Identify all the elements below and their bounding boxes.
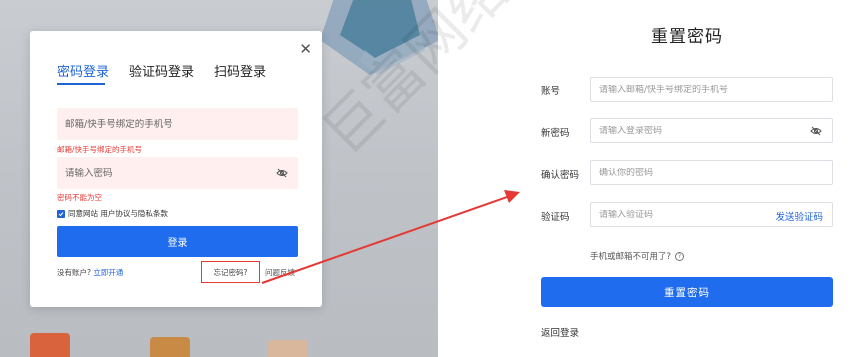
active-tab-indicator: [57, 83, 105, 85]
close-icon[interactable]: ✕: [299, 42, 312, 57]
new-password-input[interactable]: [599, 125, 759, 136]
confirm-password-input[interactable]: [599, 167, 759, 178]
unavailable-text: 手机或邮箱不可用了?: [590, 252, 672, 262]
password-field: [57, 157, 298, 189]
background-page: ✕ 密码登录 验证码登录 扫码登录 邮箱/快手号绑定的手机号 密码不能为空 同意…: [0, 0, 438, 357]
password-error: 密码不能为空: [57, 193, 102, 202]
tab-code-login[interactable]: 验证码登录: [129, 61, 194, 86]
eye-slash-icon[interactable]: [276, 167, 288, 179]
page-title: 重置密码: [651, 27, 723, 47]
forgot-password-link[interactable]: 忘记密码?: [201, 261, 260, 283]
code-input[interactable]: [599, 209, 759, 220]
tab-qr-login[interactable]: 扫码登录: [214, 61, 266, 86]
reset-account-field: [590, 77, 833, 102]
feedback-link[interactable]: 问题反馈: [265, 267, 295, 278]
code-field: 发送验证码: [590, 202, 833, 227]
help-icon: ?: [675, 251, 685, 261]
account-label: 账号: [541, 86, 561, 97]
check-icon: [58, 211, 64, 216]
agreement-row: 同意网站 用户协议与隐私条款: [57, 208, 168, 219]
account-error: 邮箱/快手号绑定的手机号: [57, 145, 143, 154]
register-link[interactable]: 立即开通: [93, 268, 123, 277]
reset-password-panel: 重置密码 账号 新密码 确认密码 验证码 发送验证码 手机或邮箱不可用了? ? …: [438, 0, 867, 357]
eye-slash-icon[interactable]: [810, 125, 822, 137]
send-code-button[interactable]: 发送验证码: [775, 209, 823, 223]
forgot-password-label: 忘记密码?: [213, 267, 248, 277]
agree-checkbox[interactable]: [57, 209, 65, 218]
blurred-thumbnail: [30, 333, 70, 357]
new-password-field: [590, 118, 833, 143]
password-input[interactable]: [65, 167, 255, 179]
confirm-password-label: 确认密码: [541, 170, 580, 181]
no-account-text: 没有账户?: [57, 268, 91, 277]
login-button[interactable]: 登录: [57, 226, 298, 257]
blurred-thumbnail: [268, 340, 308, 357]
reset-account-input[interactable]: [599, 84, 759, 95]
account-input[interactable]: [65, 118, 255, 130]
code-label: 验证码: [541, 212, 570, 223]
reset-password-button[interactable]: 重置密码: [541, 277, 833, 307]
blurred-thumbnail: [150, 337, 190, 357]
back-to-login-link[interactable]: 返回登录: [541, 325, 579, 339]
register-row: 没有账户? 立即开通: [57, 267, 123, 278]
unavailable-help[interactable]: 手机或邮箱不可用了? ?: [590, 250, 685, 262]
agree-text: 同意网站 用户协议与隐私条款: [68, 209, 168, 218]
confirm-password-field: [590, 160, 833, 185]
new-password-label: 新密码: [541, 128, 570, 139]
login-dialog: ✕ 密码登录 验证码登录 扫码登录 邮箱/快手号绑定的手机号 密码不能为空 同意…: [30, 31, 322, 307]
account-field: [57, 108, 298, 140]
